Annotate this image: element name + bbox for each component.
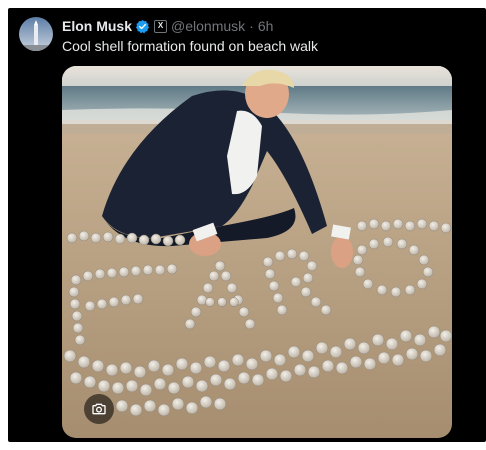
tweet-header: Elon Musk X @elonmusk · 6h <box>62 17 273 35</box>
affiliation-badge[interactable]: X <box>154 19 168 33</box>
camera-icon[interactable] <box>84 394 114 424</box>
verified-badge-icon[interactable] <box>135 19 150 34</box>
author-handle[interactable]: @elonmusk <box>171 18 245 34</box>
author-avatar[interactable] <box>19 17 53 51</box>
tweet-card[interactable]: Elon Musk X @elonmusk · 6h Cool shell fo… <box>8 8 486 442</box>
author-name[interactable]: Elon Musk <box>62 18 132 34</box>
timestamp[interactable]: 6h <box>258 18 274 34</box>
dot-separator: · <box>249 18 254 34</box>
tweet-image[interactable] <box>62 66 452 438</box>
tweet-text: Cool shell formation found on beach walk <box>62 38 319 54</box>
